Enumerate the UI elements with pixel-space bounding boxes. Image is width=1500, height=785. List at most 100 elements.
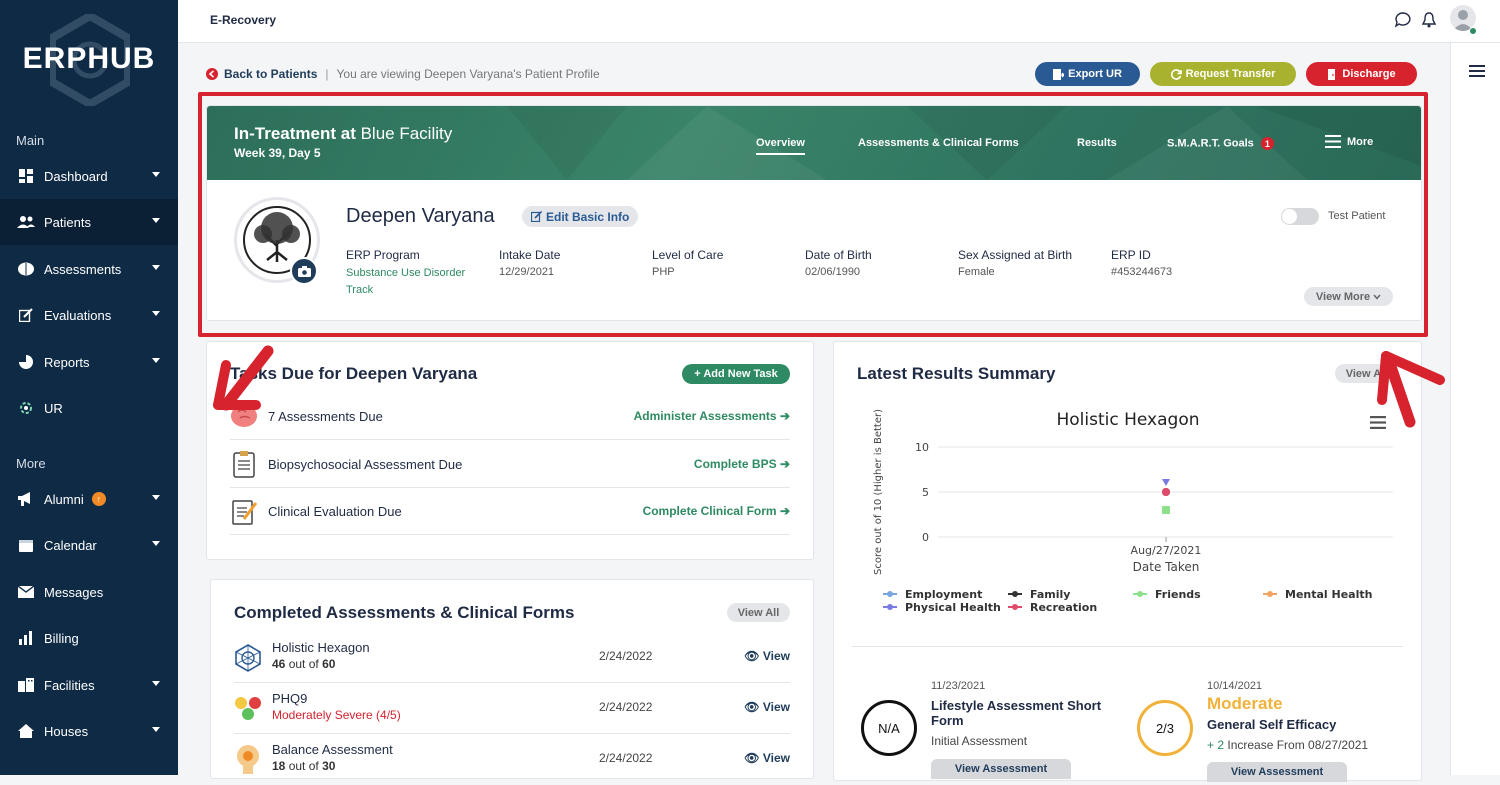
tab-smart-goals-label: S.M.A.R.T. Goals [1167,137,1254,150]
view-label: View [762,649,790,663]
task-row: Biopsychosocial Assessment Due Complete … [230,441,790,488]
logo[interactable]: ERPHUB [0,0,178,118]
sidebar-heading-more: More [16,456,46,471]
result-delta: + 2 Increase From 08/27/2021 [1207,738,1368,752]
task-action-label: Complete BPS [693,457,777,471]
top-bar: E-Recovery [178,0,1500,43]
facility-name: Blue Facility [360,124,453,143]
tab-smart-goals[interactable]: S.M.A.R.T. Goals 1 [1167,137,1274,150]
view-assessment-link[interactable]: 👁 View [744,700,790,714]
task-text: Clinical Evaluation Due [268,503,402,519]
sidebar: ERPHUB Main Dashboard Patients Assessmen… [0,0,178,775]
clipboard-icon [233,451,255,478]
view-assessment-button[interactable]: View Assessment [1207,762,1347,782]
door-exit-icon [1328,68,1336,80]
edit-icon [531,211,542,222]
sidebar-item-facilities[interactable]: Facilities [0,662,178,708]
dashboard-icon [17,167,35,185]
administer-assessments-link[interactable]: Administer Assessments ➔ [634,409,790,423]
assessment-score: 18 out of 30 [272,759,335,773]
tab-assessments-clinical-forms[interactable]: Assessments & Clinical Forms [858,137,1019,149]
tab-results[interactable]: Results [1077,137,1117,149]
logo-text: ERPHUB [22,42,156,75]
result-level: Moderate [1207,694,1283,713]
assessment-row: Holistic Hexagon 46 out of 60 2/24/2022 … [234,632,790,683]
treatment-status: In-Treatment at [234,124,356,143]
task-row: 7 Assessments Due Administer Assessments… [230,393,790,440]
bell-icon[interactable] [1422,12,1436,28]
hexagon-wheel-icon [235,644,261,672]
sidebar-item-calendar[interactable]: Calendar [0,522,178,568]
envelope-icon [17,583,35,601]
view-assessment-link[interactable]: 👁 View [744,751,790,765]
change-photo-button[interactable] [290,257,318,285]
sidebar-item-houses[interactable]: Houses [0,708,178,754]
sidebar-item-label: Facilities [44,677,95,693]
view-more-button[interactable]: View More [1304,287,1393,306]
hamburger-menu-icon[interactable] [1469,65,1485,77]
field-value-dob: 02/06/1990 [805,266,861,278]
camera-icon [297,265,311,277]
sidebar-item-label: Calendar [44,537,97,553]
treatment-week: Week 39, Day 5 [234,146,321,160]
sidebar-item-billing[interactable]: Billing [0,615,178,661]
chevron-down-icon [152,311,160,316]
sidebar-item-label: Alumni [44,491,84,507]
sidebar-item-ur[interactable]: UR [0,385,178,431]
result-date: 11/23/2021 [931,680,986,692]
pie-chart-icon [17,353,35,371]
back-arrow-icon[interactable] [206,68,218,80]
export-ur-label: Export UR [1068,68,1122,80]
test-patient-toggle[interactable] [1281,208,1319,225]
sidebar-item-patients[interactable]: Patients [0,199,178,245]
chevron-down-icon [152,681,160,686]
sidebar-item-messages[interactable]: Messages [0,569,178,615]
chart-svg: Holistic Hexagon 10 5 0 Score out of 10 (Hig… [873,409,1393,614]
legend-marker [1267,591,1273,597]
chevron-down-icon [152,541,160,546]
sidebar-item-reports[interactable]: Reports [0,339,178,385]
assessment-name: Balance Assessment [272,742,393,757]
balance-head-icon [237,745,259,774]
complete-bps-link[interactable]: Complete BPS ➔ [694,457,790,471]
sidebar-item-label: Houses [44,723,89,739]
sidebar-item-alumni[interactable]: Alumni ↑ [0,476,178,522]
notepad-pencil-icon [232,500,258,525]
app-title: E-Recovery [210,13,277,27]
result-name: Lifestyle Assessment Short Form [931,698,1102,728]
assessment-row: PHQ9 Moderately Severe (4/5) 2/24/2022 👁… [234,683,790,734]
score-tail: out of [288,657,319,671]
view-assessment-link[interactable]: 👁 View [744,649,790,663]
view-assessment-button[interactable]: View Assessment [931,759,1071,779]
tab-overview[interactable]: Overview [756,137,805,155]
sidebar-item-dashboard[interactable]: Dashboard [0,153,178,199]
chat-icon[interactable] [1395,12,1411,28]
add-new-task-button[interactable]: + Add New Task [682,364,790,384]
legend-label: Physical Health [905,601,1001,614]
chevron-down-icon [152,218,160,223]
toggle-knob [1282,209,1297,224]
edit-basic-info-button[interactable]: Edit Basic Info [522,206,639,227]
chevron-down-icon [152,727,160,732]
breadcrumb-viewing-text: You are viewing Deepen Varyana's Patient… [336,67,600,81]
export-ur-button[interactable]: Export UR [1035,62,1140,86]
discharge-button[interactable]: Discharge [1306,62,1417,86]
completed-view-all-button[interactable]: View All [727,603,790,622]
edit-basic-info-label: Edit Basic Info [546,209,630,224]
sidebar-item-label: Evaluations [44,307,112,323]
field-label-level-of-care: Level of Care [652,248,724,262]
complete-clinical-form-link[interactable]: Complete Clinical Form ➔ [643,504,790,518]
request-transfer-button[interactable]: Request Transfer [1150,62,1296,86]
assessment-name: Holistic Hexagon [272,640,370,655]
tab-more[interactable]: More [1325,135,1373,148]
file-export-icon [1053,68,1065,80]
back-to-patients-link[interactable]: Back to Patients [224,67,317,81]
data-point-physical-health [1162,479,1170,486]
sidebar-item-assessments[interactable]: Assessments [0,246,178,292]
chevron-down-icon [1373,294,1381,300]
data-point-friends [1162,506,1170,514]
na-score-circle: N/A [861,700,917,756]
sidebar-item-evaluations[interactable]: Evaluations [0,292,178,338]
score-tail: out of [288,759,319,773]
holistic-hexagon-chart: Holistic Hexagon 10 5 0 Score out of 10 (Hig… [848,400,1403,630]
